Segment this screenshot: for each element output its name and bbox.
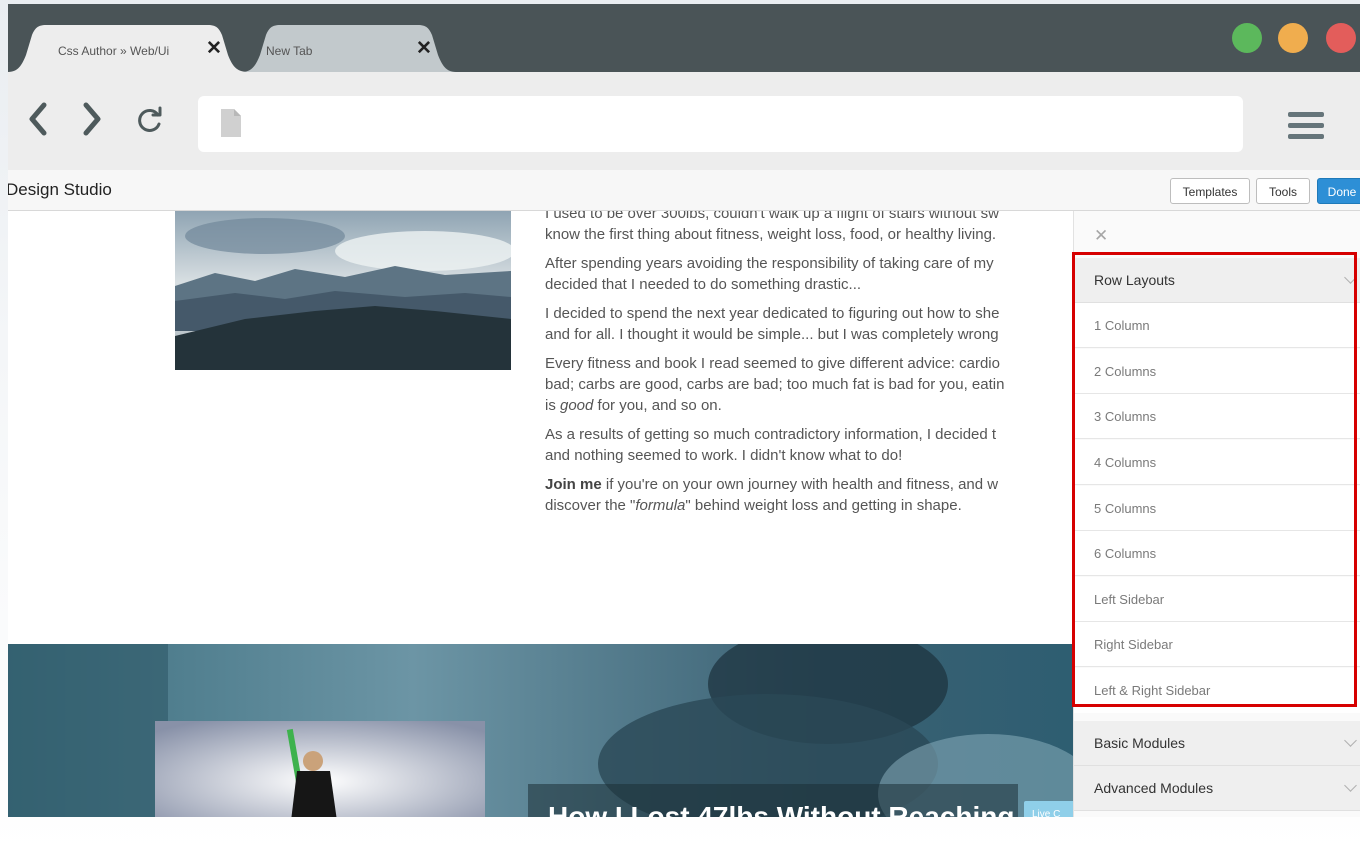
layout-label: 3 Columns [1094,409,1157,424]
reload-icon[interactable] [136,106,164,140]
layout-label: 2 Columns [1094,364,1157,379]
tab-css-author[interactable]: Css Author » Web/Ui ✕ [8,25,248,72]
browser-window: Css Author » Web/Ui ✕ New Tab ✕ Design S… [8,4,1360,817]
layout-label: 6 Columns [1094,546,1157,561]
paragraph: After spending years avoiding the respon… [545,255,994,293]
layout-label: 4 Columns [1094,455,1157,470]
layout-4-columns[interactable]: 4 Columns [1074,440,1360,485]
basic-modules-header[interactable]: Basic Modules [1074,721,1360,766]
window-maximize-button[interactable] [1278,23,1308,53]
mountain-landscape-image [175,211,511,370]
section-label: Basic Modules [1094,735,1186,751]
page-icon [221,109,241,137]
layout-left-right-sidebar[interactable]: Left & Right Sidebar [1074,668,1360,713]
layout-left-sidebar[interactable]: Left Sidebar [1074,577,1360,622]
done-button[interactable]: Done [1317,178,1360,204]
tab-strip: Css Author » Web/Ui ✕ New Tab ✕ [8,4,1360,72]
article-text: I used to be over 300lbs, couldn't walk … [545,211,1085,524]
tab-title: Css Author » Web/Ui [58,44,170,58]
browser-toolbar [8,72,1360,170]
section-label: Row Layouts [1094,272,1175,288]
layout-2-columns[interactable]: 2 Columns [1074,349,1360,394]
paragraph: Join me if you're on your own journey wi… [545,476,999,514]
figure-toy-image [155,721,485,817]
layout-label: 1 Column [1094,318,1150,333]
layout-label: Left Sidebar [1094,592,1165,607]
tools-button[interactable]: Tools [1256,178,1310,204]
templates-button[interactable]: Templates [1170,178,1250,204]
close-icon[interactable]: ✕ [416,37,432,60]
layout-label: Right Sidebar [1094,637,1173,652]
layout-5-columns[interactable]: 5 Columns [1074,486,1360,531]
layout-label: 5 Columns [1094,501,1157,516]
paragraph: I used to be over 300lbs, couldn't walk … [545,211,999,243]
section-label: Advanced Modules [1094,780,1214,796]
address-bar[interactable] [198,96,1243,152]
layout-6-columns[interactable]: 6 Columns [1074,531,1360,576]
layout-right-sidebar[interactable]: Right Sidebar [1074,622,1360,667]
row-layouts-header[interactable]: Row Layouts [1074,258,1360,303]
close-icon[interactable]: ✕ [206,37,222,60]
layout-1-column[interactable]: 1 Column [1074,303,1360,348]
layout-3-columns[interactable]: 3 Columns [1074,394,1360,439]
design-studio-bar: Design Studio Templates Tools Done [8,170,1360,211]
tab-title: New Tab [266,44,313,58]
chevron-right-icon[interactable] [82,102,102,142]
window-minimize-button[interactable] [1232,23,1262,53]
page-title: Design Studio [8,180,112,199]
paragraph: Every fitness and book I read seemed to … [545,355,1005,414]
banner-heading: How I Lost 47lbs Without Reaching [548,801,1014,817]
advanced-modules-header[interactable]: Advanced Modules [1074,766,1360,811]
close-icon[interactable]: ✕ [1094,226,1108,246]
paragraph: As a results of getting so much contradi… [545,426,997,464]
paragraph: I decided to spend the next year dedicat… [545,305,1000,343]
modules-panel: ✕ Row Layouts 1 Column 2 Columns 3 Colum… [1073,211,1360,817]
tab-new-tab[interactable]: New Tab ✕ [242,25,456,72]
chevron-down-icon [1344,734,1357,747]
screenshot-stage: Css Author » Web/Ui ✕ New Tab ✕ Design S… [0,0,1360,855]
hamburger-menu-icon[interactable] [1288,112,1324,139]
chevron-left-icon[interactable] [28,102,48,142]
chevron-down-icon [1344,271,1357,284]
layout-label: Left & Right Sidebar [1094,683,1211,698]
chevron-down-icon [1344,779,1357,792]
window-close-button[interactable] [1326,23,1356,53]
